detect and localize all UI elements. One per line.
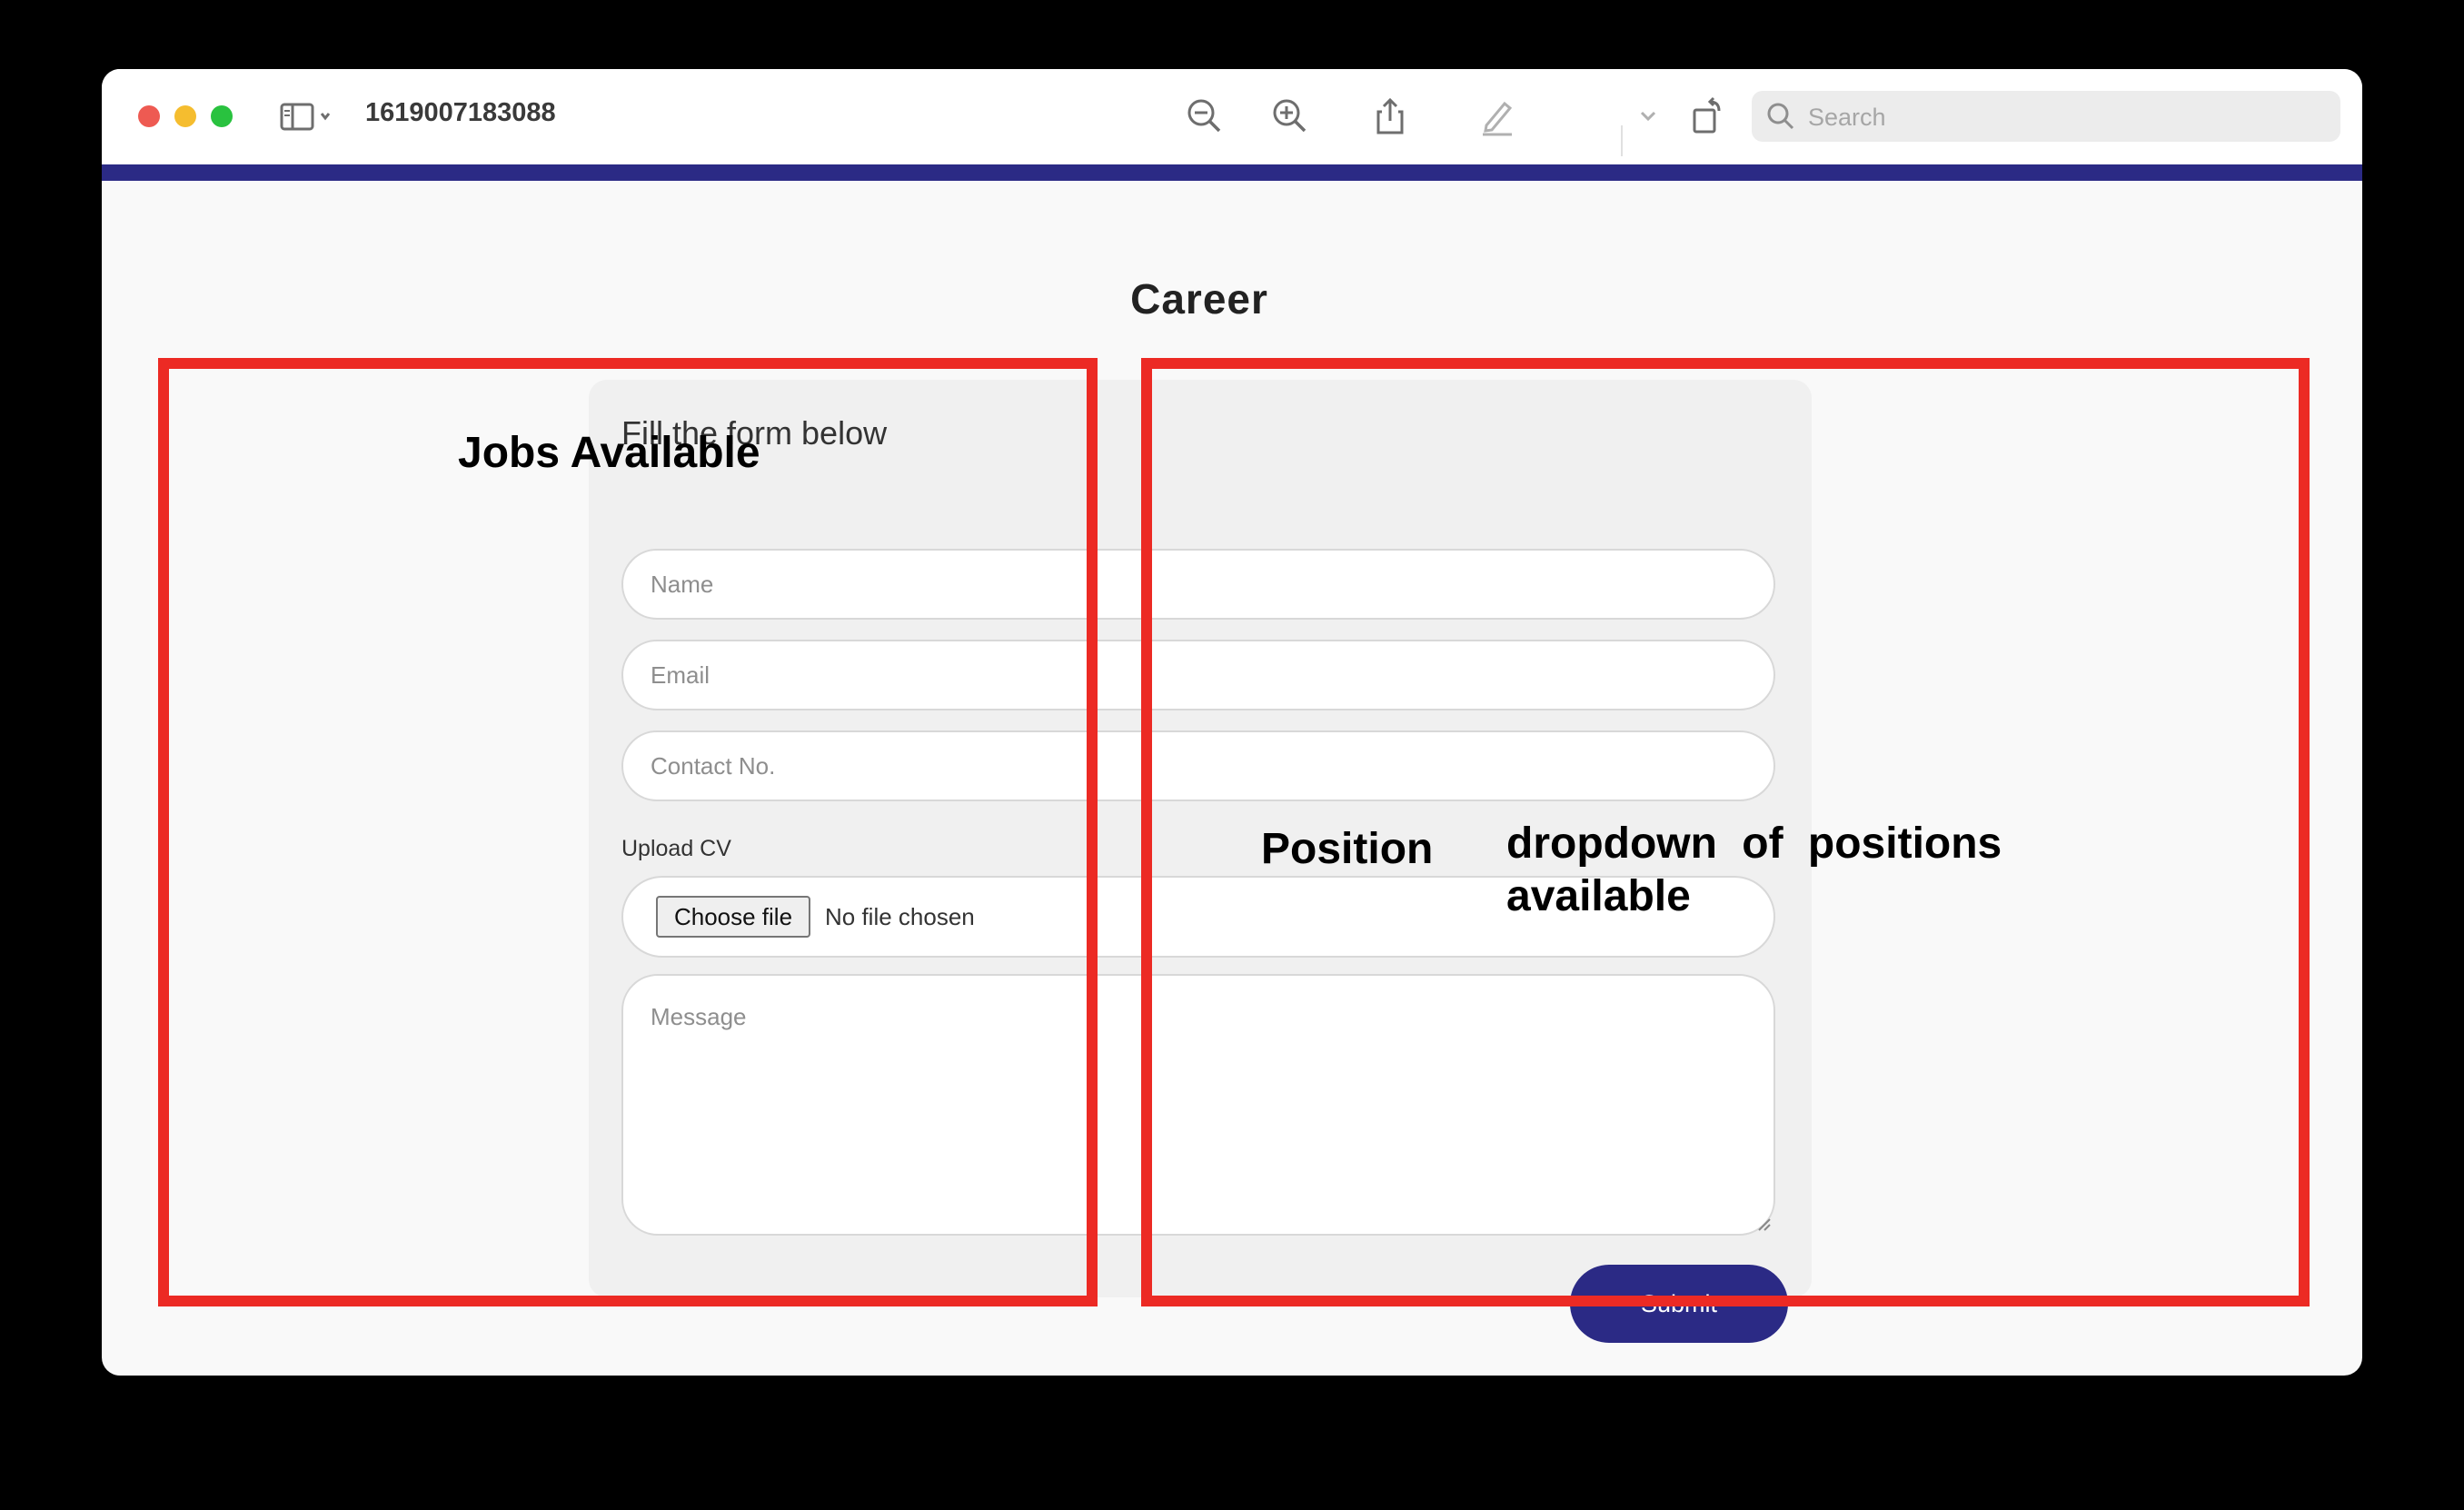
zoom-out-button[interactable] bbox=[1185, 96, 1225, 136]
markup-pen-icon bbox=[1483, 101, 1513, 136]
search-icon bbox=[1766, 102, 1795, 131]
sidebar-toggle-icon bbox=[280, 103, 331, 131]
annotation-dropdown-note: dropdown of positions available bbox=[1506, 820, 2002, 920]
markup-menu-button[interactable] bbox=[1628, 96, 1656, 136]
title-bar: 1619007183088 bbox=[102, 69, 2362, 164]
share-icon bbox=[1376, 97, 1404, 134]
toolbar-divider bbox=[1621, 125, 1623, 156]
rotate-button[interactable] bbox=[1688, 96, 1728, 136]
page-title: Career bbox=[1130, 275, 1268, 323]
search-box[interactable] bbox=[1752, 91, 2340, 142]
minimize-window-button[interactable] bbox=[174, 105, 196, 127]
zoom-in-button[interactable] bbox=[1270, 96, 1310, 136]
rotate-icon bbox=[1693, 96, 1721, 134]
preview-window: 1619007183088 Search Career Fill the for… bbox=[102, 69, 2362, 1376]
annotation-position: Position bbox=[1261, 825, 1434, 873]
close-window-button[interactable] bbox=[138, 105, 160, 127]
zoom-window-button[interactable] bbox=[211, 105, 233, 127]
annotation-jobs-available: Jobs Available bbox=[458, 429, 760, 477]
search-input[interactable] bbox=[1806, 98, 2328, 136]
markup-button[interactable] bbox=[1477, 96, 1517, 136]
sidebar-toggle-button[interactable] bbox=[280, 102, 333, 133]
share-button[interactable] bbox=[1370, 96, 1410, 136]
document-title: 1619007183088 bbox=[365, 98, 556, 127]
site-header-bar bbox=[102, 164, 2362, 181]
annotation-box-jobs bbox=[158, 358, 1098, 1306]
zoom-in-icon bbox=[1273, 99, 1307, 133]
zoom-out-icon bbox=[1187, 99, 1221, 133]
chevron-down-icon bbox=[1640, 111, 1656, 122]
